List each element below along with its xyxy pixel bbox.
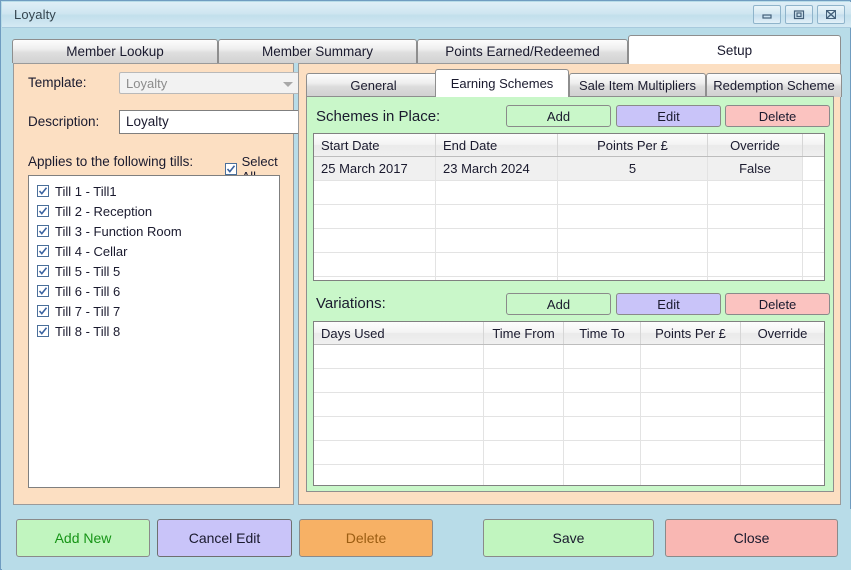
variations-grid-header: Days Used Time From Time To Points Per £… [314,322,824,345]
checkbox-icon [225,163,237,175]
column-header[interactable]: Time To [564,322,641,344]
minimize-button[interactable] [753,5,781,24]
table-row-empty[interactable] [314,229,824,253]
chevron-down-icon [283,82,293,87]
column-header[interactable]: Override [741,322,824,344]
subtab-general[interactable]: General [306,73,441,97]
variations-edit-button[interactable]: Edit [616,293,721,315]
table-row-empty[interactable] [314,277,824,280]
cell-end-date: 23 March 2024 [436,157,558,180]
column-header[interactable]: Start Date [314,134,436,156]
column-header[interactable]: Points Per £ [558,134,708,156]
list-item-label: Till 6 - Till 6 [55,283,121,299]
title-bar: Loyalty [2,2,851,28]
cell-spacer [803,157,824,180]
list-item-label: Till 4 - Cellar [55,243,128,259]
cell-points-per-pound: 5 [558,157,708,180]
list-item-label: Till 2 - Reception [55,203,153,219]
checkbox-icon [37,185,49,197]
delete-button[interactable]: Delete [299,519,433,557]
list-item[interactable]: Till 1 - Till1 [29,181,279,201]
column-header[interactable]: Time From [484,322,564,344]
setup-subtabs: General Earning Schemes Sale Item Multip… [306,69,842,97]
column-header[interactable]: End Date [436,134,558,156]
list-item-label: Till 7 - Till 7 [55,303,121,319]
table-row-empty[interactable] [314,369,824,393]
list-item-label: Till 1 - Till1 [55,183,117,199]
column-header[interactable] [803,134,824,156]
list-item-label: Till 5 - Till 5 [55,263,121,279]
table-row-empty[interactable] [314,417,824,441]
schemes-grid[interactable]: Start Date End Date Points Per £ Overrid… [313,133,825,281]
save-button[interactable]: Save [483,519,654,557]
checkbox-icon [37,325,49,337]
list-item[interactable]: Till 8 - Till 8 [29,321,279,341]
tills-listbox[interactable]: Till 1 - Till1 Till 2 - Reception Till 3… [28,175,280,488]
cancel-edit-button[interactable]: Cancel Edit [157,519,292,557]
checkbox-icon [37,205,49,217]
table-row-empty[interactable] [314,345,824,369]
checkbox-icon [37,265,49,277]
template-dropdown-value: Loyalty [126,76,168,91]
checkbox-icon [37,285,49,297]
tab-setup[interactable]: Setup [628,35,841,64]
checkbox-icon [37,225,49,237]
main-tabs: Member Lookup Member Summary Points Earn… [12,35,841,64]
table-row[interactable]: 25 March 2017 23 March 2024 5 False [314,157,824,181]
close-button[interactable] [817,5,845,24]
checkbox-icon [37,245,49,257]
subtab-redemption-scheme[interactable]: Redemption Scheme [706,73,842,97]
loyalty-window: Loyalty Member Lookup Member Summary Poi… [0,0,851,570]
list-item[interactable]: Till 7 - Till 7 [29,301,279,321]
window-controls [753,5,845,24]
tab-member-lookup[interactable]: Member Lookup [12,39,218,63]
list-item[interactable]: Till 6 - Till 6 [29,281,279,301]
description-label: Description: [28,114,100,129]
schemes-delete-button[interactable]: Delete [725,105,830,127]
subtab-sale-item-multipliers[interactable]: Sale Item Multipliers [569,73,706,97]
footer-bar: Add New Cancel Edit Delete Save Close [2,509,851,570]
description-input[interactable]: Loyalty [119,110,300,134]
variations-add-button[interactable]: Add [506,293,611,315]
column-header[interactable]: Days Used [314,322,484,344]
subtab-earning-schemes[interactable]: Earning Schemes [435,69,569,97]
template-label: Template: [28,75,87,90]
cell-start-date: 25 March 2017 [314,157,436,180]
column-header[interactable]: Override [708,134,803,156]
earning-schemes-pane: Schemes in Place: Add Edit Delete Start … [306,96,834,492]
window-title: Loyalty [14,7,56,22]
table-row-empty[interactable] [314,253,824,277]
variations-delete-button[interactable]: Delete [725,293,830,315]
tab-points-earned-redeemed[interactable]: Points Earned/Redeemed [417,39,628,63]
table-row-empty[interactable] [314,465,824,485]
schemes-grid-header: Start Date End Date Points Per £ Overrid… [314,134,824,157]
checkbox-icon [37,305,49,317]
setup-left-panel: Template: Loyalty Description: Loyalty A… [13,63,300,505]
list-item-label: Till 8 - Till 8 [55,323,121,339]
list-item[interactable]: Till 3 - Function Room [29,221,279,241]
cell-override: False [708,157,803,180]
template-dropdown[interactable]: Loyalty [119,72,300,94]
variations-grid[interactable]: Days Used Time From Time To Points Per £… [313,321,825,486]
table-row-empty[interactable] [314,441,824,465]
setup-right-panel: General Earning Schemes Sale Item Multip… [298,63,842,505]
list-item[interactable]: Till 5 - Till 5 [29,261,279,281]
table-row-empty[interactable] [314,393,824,417]
schemes-edit-button[interactable]: Edit [616,105,721,127]
column-header[interactable]: Points Per £ [641,322,741,344]
table-row-empty[interactable] [314,181,824,205]
add-new-button[interactable]: Add New [16,519,150,557]
tab-member-summary[interactable]: Member Summary [218,39,417,63]
list-item-label: Till 3 - Function Room [55,223,182,239]
table-row-empty[interactable] [314,205,824,229]
list-item[interactable]: Till 2 - Reception [29,201,279,221]
maximize-button[interactable] [785,5,813,24]
tills-label: Applies to the following tills: [28,154,194,169]
variations-section-title: Variations: [316,295,386,312]
close-button-footer[interactable]: Close [665,519,838,557]
list-item[interactable]: Till 4 - Cellar [29,241,279,261]
schemes-add-button[interactable]: Add [506,105,611,127]
schemes-section-title: Schemes in Place: [316,108,441,125]
